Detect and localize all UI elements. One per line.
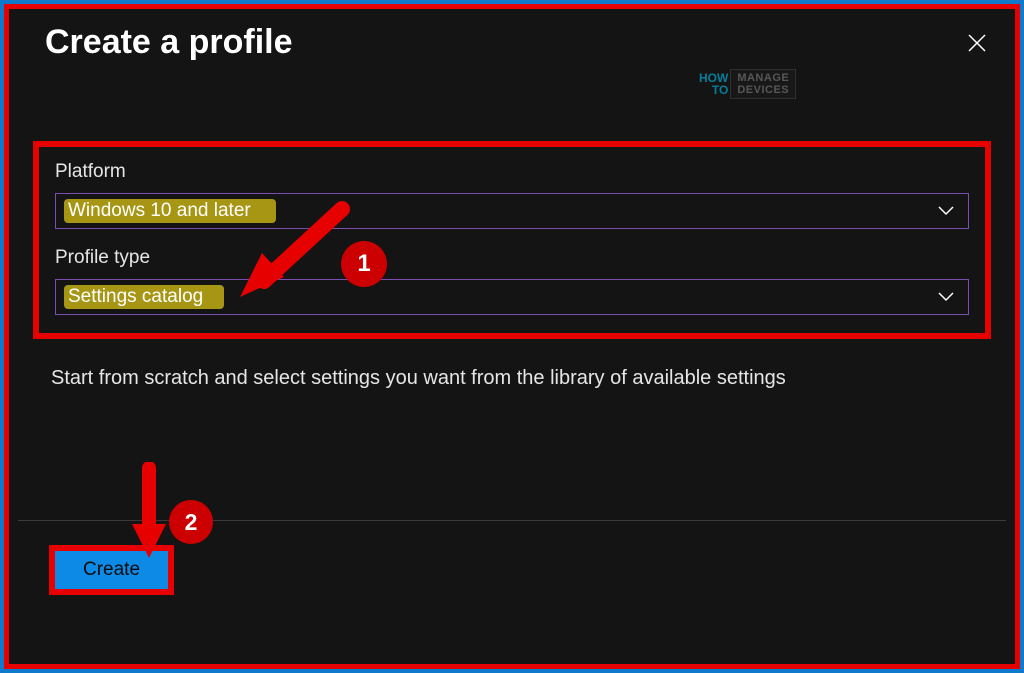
watermark-logo: HOW TO MANAGE DEVICES (699, 69, 796, 99)
profile-type-label: Profile type (55, 247, 969, 269)
create-button[interactable]: Create (55, 551, 168, 589)
profile-type-value: Settings catalog (68, 286, 203, 308)
create-button-highlight: Create (49, 545, 174, 595)
profile-description: Start from scratch and select settings y… (51, 367, 973, 390)
platform-label: Platform (55, 161, 969, 183)
form-section-highlight: Platform Windows 10 and later Profile ty… (33, 141, 991, 339)
annotation-callout-2: 2 (169, 500, 213, 544)
dialog-frame: Create a profile HOW TO MANAGE DEVICES P… (4, 4, 1020, 669)
annotation-number: 1 (357, 250, 370, 278)
chevron-down-icon (938, 200, 954, 221)
dialog-header: Create a profile (9, 9, 1015, 70)
profile-type-select[interactable]: Settings catalog (55, 279, 969, 315)
platform-select[interactable]: Windows 10 and later (55, 193, 969, 229)
footer-divider (18, 520, 1006, 521)
annotation-callout-1: 1 (341, 241, 387, 287)
chevron-down-icon (938, 286, 954, 307)
dialog-title: Create a profile (45, 23, 293, 62)
watermark-brand: DEVICES (737, 84, 789, 96)
annotation-number: 2 (185, 509, 198, 536)
close-icon[interactable] (967, 29, 987, 60)
watermark-text: TO (699, 84, 728, 96)
watermark-brand: MANAGE (737, 72, 789, 84)
platform-value: Windows 10 and later (68, 200, 251, 222)
